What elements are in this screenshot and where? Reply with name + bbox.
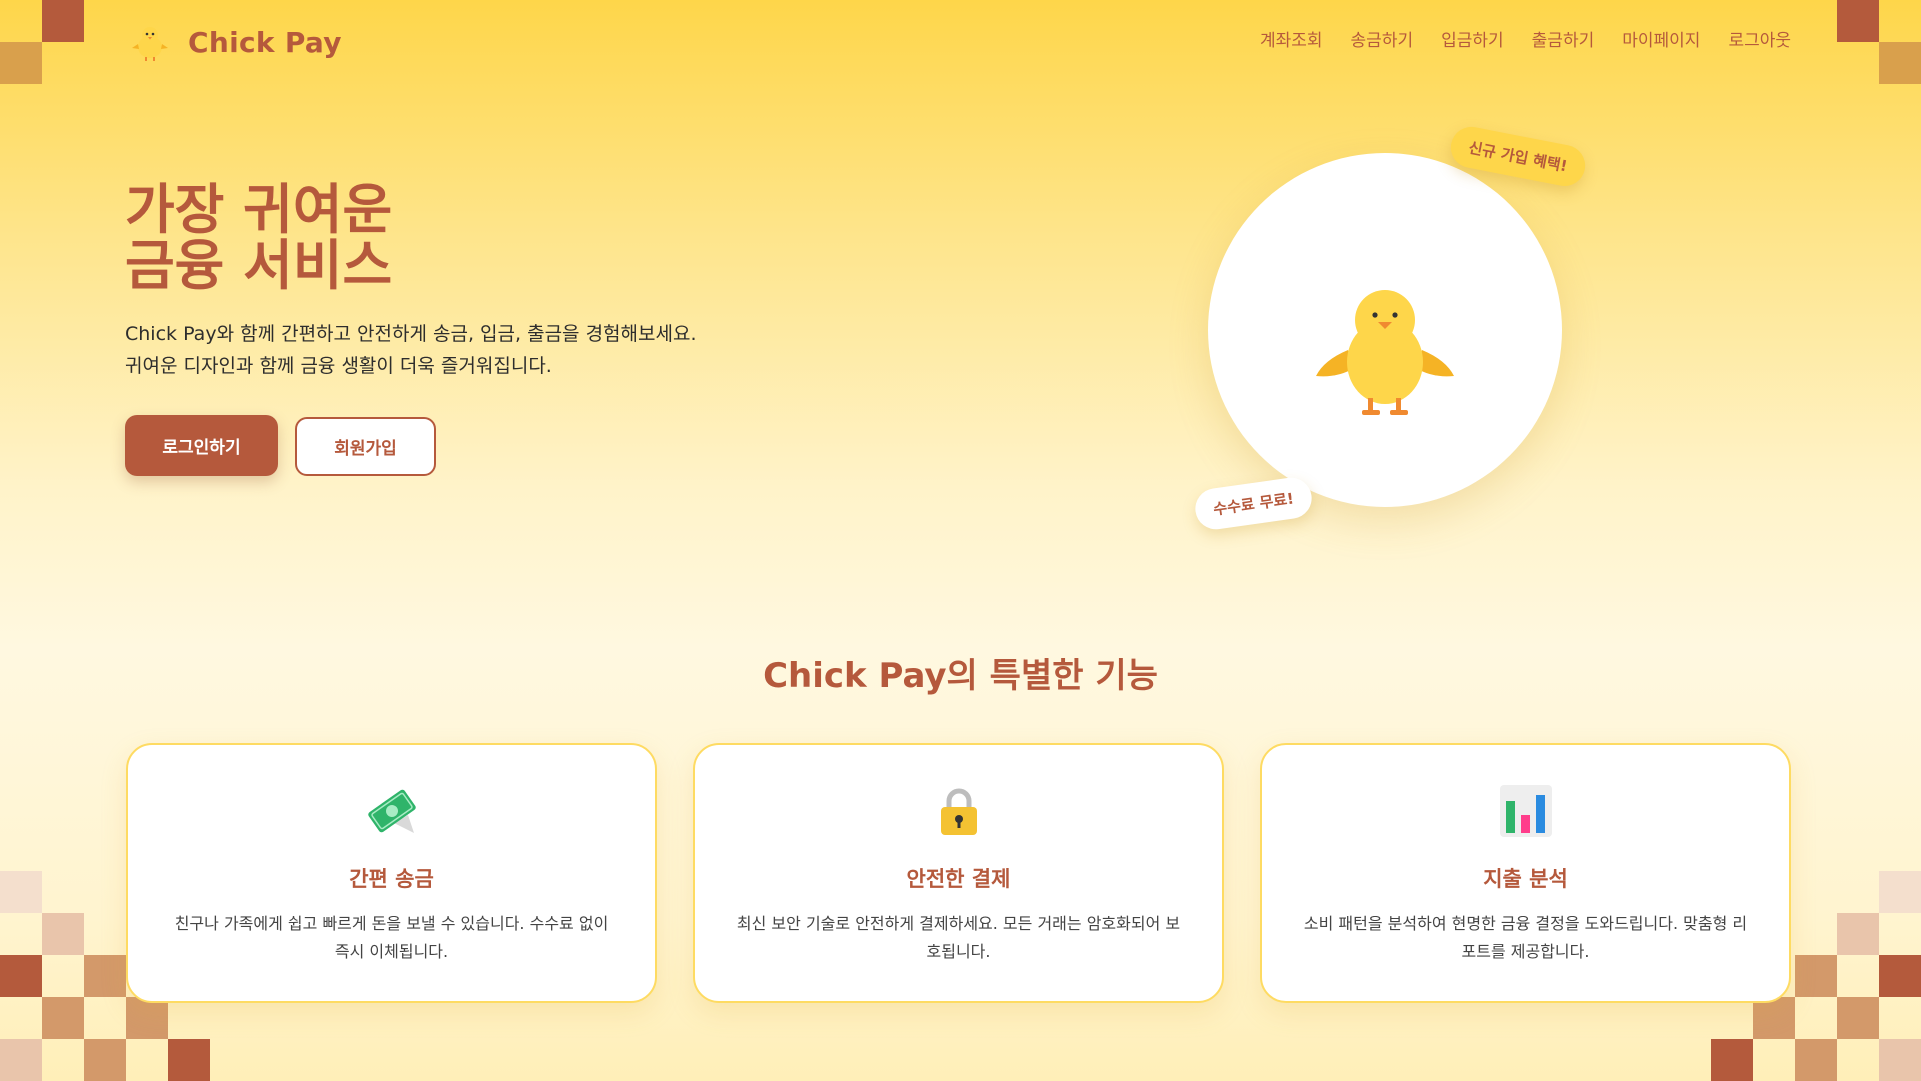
main-nav: 계좌조회 송금하기 입금하기 출금하기 마이페이지 로그아웃 — [1260, 26, 1791, 51]
nav-mypage[interactable]: 마이페이지 — [1622, 26, 1700, 51]
lock-icon — [940, 788, 977, 835]
brand-logo[interactable]: Chick Pay — [128, 20, 342, 64]
hero-title-line1: 가장 귀여운 — [125, 178, 393, 241]
hero-title-line2: 금융 서비스 — [125, 234, 393, 297]
brand-name: Chick Pay — [188, 25, 342, 59]
nav-logout[interactable]: 로그아웃 — [1728, 26, 1791, 51]
feature-card-payment: 안전한 결제 최신 보안 기술로 안전하게 결제하세요. 모든 거래는 암호화되… — [693, 743, 1224, 1003]
feature-title-transfer: 간편 송금 — [349, 867, 434, 891]
free-fee-badge: 수수료 무료! — [1192, 475, 1315, 532]
chick-mascot-icon — [1316, 290, 1454, 415]
money-wings-icon — [367, 789, 416, 833]
login-button[interactable]: 로그인하기 — [125, 415, 278, 476]
features-title: Chick Pay의 특별한 기능 — [763, 656, 1158, 696]
nav-account-inquiry[interactable]: 계좌조회 — [1260, 26, 1323, 51]
hero-title: 가장 귀여운 금융 서비스 — [125, 182, 392, 294]
nav-withdraw[interactable]: 출금하기 — [1532, 26, 1595, 51]
bar-chart-icon — [1499, 785, 1552, 837]
feature-card-transfer: 간편 송금 친구나 가족에게 쉽고 빠르게 돈을 보낼 수 있습니다. 수수료 … — [126, 743, 657, 1003]
feature-desc-analysis: 소비 패턴을 분석하여 현명한 금융 결정을 도와드립니다. 맞춤형 리포트를 … — [1303, 914, 1748, 961]
feature-title-payment: 안전한 결제 — [906, 867, 1011, 891]
top-header: Chick Pay 계좌조회 송금하기 입금하기 출금하기 마이페이지 로그아웃 — [0, 0, 1921, 80]
feature-desc-transfer: 친구나 가족에게 쉽고 빠르게 돈을 보낼 수 있습니다. 수수료 없이 즉시 … — [174, 914, 609, 961]
feature-title-analysis: 지출 분석 — [1483, 867, 1568, 891]
hero-description: Chick Pay와 함께 간편하고 안전하게 송금, 입금, 출금을 경험해보… — [125, 323, 697, 377]
nav-deposit[interactable]: 입금하기 — [1441, 26, 1504, 51]
feature-desc-payment: 최신 보안 기술로 안전하게 결제하세요. 모든 거래는 암호화되어 보호됩니다… — [736, 914, 1181, 961]
signup-button[interactable]: 회원가입 — [295, 417, 436, 476]
nav-transfer[interactable]: 송금하기 — [1351, 26, 1414, 51]
feature-card-analysis: 지출 분석 소비 패턴을 분석하여 현명한 금융 결정을 도와드립니다. 맞춤형… — [1260, 743, 1791, 1003]
chick-icon — [132, 27, 168, 61]
